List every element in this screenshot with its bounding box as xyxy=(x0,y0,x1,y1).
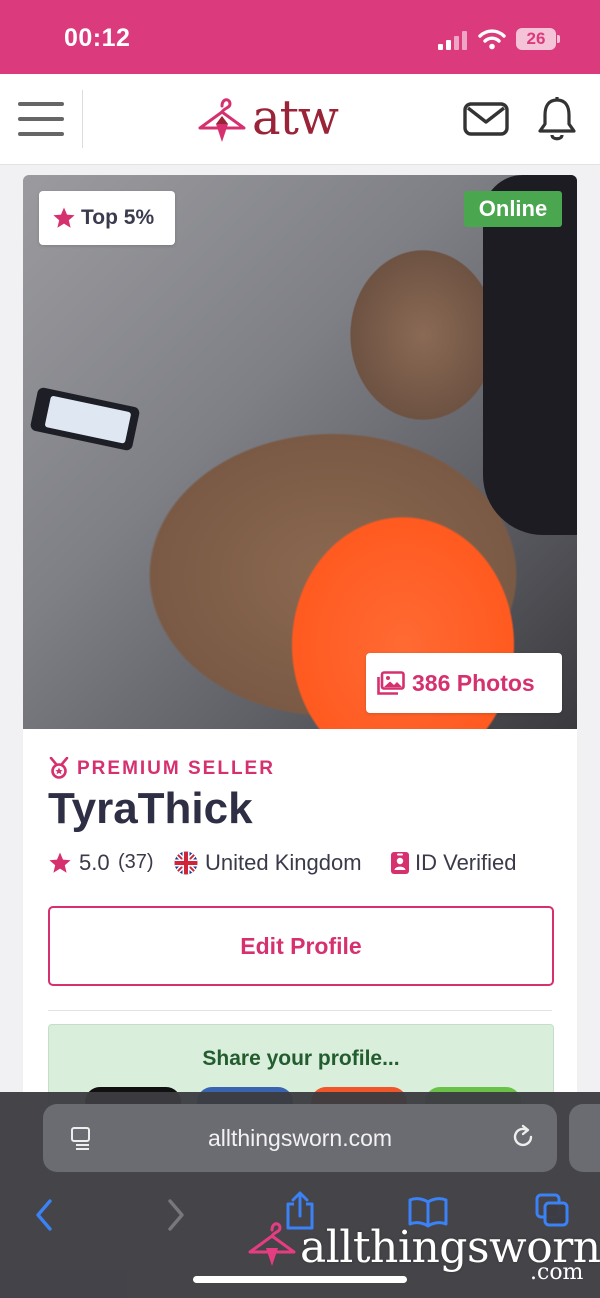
star-icon xyxy=(53,207,75,228)
next-tab-peek[interactable] xyxy=(569,1104,600,1172)
logo-text: atw xyxy=(252,90,339,146)
medal-icon xyxy=(49,757,69,779)
profile-photo[interactable] xyxy=(23,175,577,729)
photos-count: 386 Photos xyxy=(412,670,535,696)
hanger-logo-icon xyxy=(248,1222,296,1266)
id-card-icon xyxy=(391,852,409,874)
hanger-logo-icon xyxy=(198,98,246,142)
site-logo[interactable]: atw xyxy=(196,90,366,146)
signal-icon xyxy=(438,30,468,50)
bell-icon[interactable] xyxy=(536,96,578,142)
home-indicator[interactable] xyxy=(193,1276,407,1283)
header-divider xyxy=(82,90,83,148)
status-bar: 00:12 26 xyxy=(0,0,600,74)
rating-value: 5.0 xyxy=(79,850,110,875)
star-icon xyxy=(49,852,71,873)
premium-seller-label: PREMIUM SELLER xyxy=(77,758,275,779)
share-title: Share your profile... xyxy=(202,1047,400,1070)
watermark-suffix: .com xyxy=(530,1260,584,1285)
status-time: 00:12 xyxy=(64,24,131,52)
battery-tip xyxy=(557,35,560,43)
top-rank-badge: Top 5% xyxy=(39,191,175,245)
id-verified: ID Verified xyxy=(415,850,517,875)
review-count[interactable]: (37) xyxy=(118,851,154,874)
photos-button[interactable]: 386 Photos xyxy=(366,653,562,713)
reload-icon[interactable] xyxy=(509,1123,537,1151)
mail-icon[interactable] xyxy=(463,102,509,136)
address-bar[interactable]: allthingsworn.com xyxy=(43,1104,557,1172)
wifi-icon xyxy=(478,29,506,50)
forward-icon[interactable] xyxy=(166,1198,186,1232)
uk-flag-icon xyxy=(174,851,198,875)
url-text: allthingsworn.com xyxy=(207,1125,393,1151)
back-icon[interactable] xyxy=(34,1198,54,1232)
username: TyraThick xyxy=(48,784,253,833)
images-icon xyxy=(377,671,405,695)
photo-phone-shape xyxy=(29,386,141,452)
country: United Kingdom xyxy=(205,850,362,875)
online-badge: Online xyxy=(464,191,562,227)
edit-profile-button[interactable]: Edit Profile xyxy=(48,906,554,986)
site-header: atw xyxy=(0,74,600,165)
photo-hair-shape xyxy=(483,175,577,535)
menu-icon[interactable] xyxy=(18,100,66,138)
battery-icon: 26 xyxy=(516,28,556,50)
top-rank-label: Top 5% xyxy=(81,206,155,229)
section-divider xyxy=(48,1010,552,1011)
